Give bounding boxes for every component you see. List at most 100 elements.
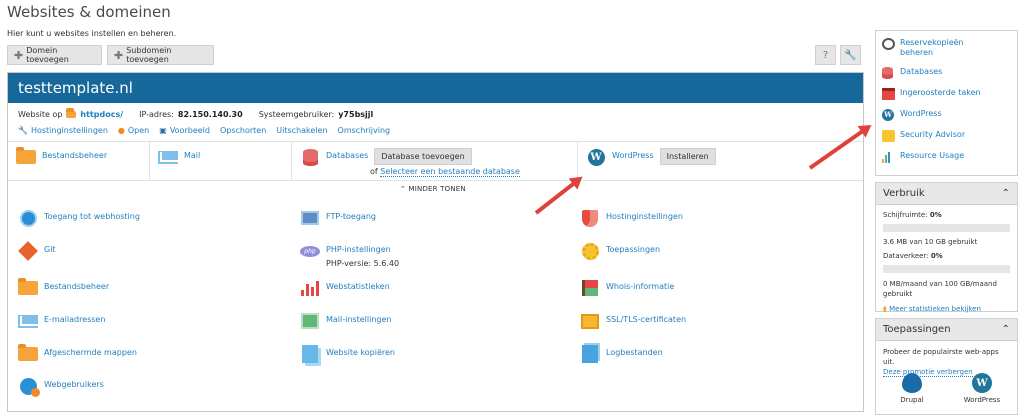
tile-file-manager[interactable]: Bestandsbeheer — [8, 142, 150, 180]
feature-copy-site[interactable]: Website kopiëren — [300, 345, 395, 363]
hosting-settings-link[interactable]: 🔧 Hostinginstellingen — [18, 126, 108, 135]
wordpress-link[interactable]: WordPress — [612, 151, 654, 160]
traffic-detail: 0 MB/maand van 100 GB/maand gebruikt — [883, 280, 997, 298]
disk-label: Schijfruimte: — [883, 211, 928, 219]
action-label: Opschorten — [219, 126, 267, 135]
feature-label: Logbestanden — [606, 348, 663, 357]
sidebar-item-label: Resource Usage — [900, 151, 965, 160]
applications-panel: Toepassingen ⌃ Probeer de populairste we… — [875, 318, 1018, 415]
sidebar-item-wordpress[interactable]: W WordPress — [882, 109, 1011, 121]
docroot-link[interactable]: httpdocs/ — [80, 110, 123, 119]
feature-label: Afgeschermde mappen — [44, 348, 137, 357]
select-database-row: of Selecteer een bestaande database — [370, 167, 520, 177]
action-label: Omschrijving — [337, 126, 391, 135]
sidebar-item-label: Security Advisor — [900, 130, 966, 139]
drupal-icon — [902, 373, 922, 393]
app-wordpress[interactable]: W WordPress — [957, 373, 1007, 404]
bar-chart-icon — [300, 279, 320, 297]
folder-icon — [66, 108, 77, 118]
feature-applications[interactable]: Toepassingen — [580, 242, 660, 260]
lock-icon — [882, 130, 895, 142]
domain-name[interactable]: testtemplate.nl — [8, 73, 863, 103]
sidebar-item-backups[interactable]: Reservekopieën beheren — [882, 38, 1011, 58]
feature-file-manager[interactable]: Bestandsbeheer — [18, 278, 109, 297]
feature-hosting-settings[interactable]: Hostinginstellingen — [580, 209, 683, 227]
chevron-up-icon[interactable]: ⌃ — [1002, 188, 1010, 199]
feature-label: Toepassingen — [606, 245, 661, 254]
sidebar-item-label: Databases — [900, 67, 943, 76]
databases-link[interactable]: Databases — [326, 151, 368, 160]
preview-icon: ▣ — [159, 126, 167, 135]
feature-webhosting-access[interactable]: Toegang tot webhosting — [18, 209, 140, 227]
feature-label: FTP-toegang — [326, 212, 376, 221]
show-less-label: MINDER TONEN — [408, 185, 466, 193]
web-users-icon — [18, 377, 40, 397]
feature-label: Website kopiëren — [326, 348, 396, 357]
tile-label: Mail — [184, 151, 201, 160]
mail-settings-icon — [300, 312, 320, 330]
action-label: Open — [127, 126, 150, 135]
add-subdomain-label: Subdomein toevoegen — [126, 46, 172, 64]
suspend-link[interactable]: Opschorten — [220, 126, 266, 135]
globe-icon — [18, 209, 38, 227]
feature-logs[interactable]: Logbestanden — [580, 345, 663, 363]
applications-header[interactable]: Toepassingen ⌃ — [876, 319, 1017, 341]
ip-label: IP-adres: — [139, 110, 174, 119]
preview-link[interactable]: ▣ Voorbeeld — [159, 126, 210, 135]
show-less-toggle[interactable]: ⌃ MINDER TONEN — [400, 185, 466, 193]
chart-icon: ▮ — [883, 305, 887, 313]
open-link[interactable]: ● Open — [118, 126, 149, 135]
description-link[interactable]: Omschrijving — [338, 126, 391, 135]
chart-icon — [882, 151, 895, 163]
page-subtitle: Hier kunt u websites instellen en behere… — [7, 29, 177, 38]
install-button[interactable]: Installeren — [659, 148, 716, 165]
add-subdomain-button[interactable]: ✚ Subdomein toevoegen — [107, 45, 214, 65]
feature-php-settings[interactable]: php PHP-instellingen PHP-versie: 5.6.40 — [300, 242, 399, 268]
help-button[interactable]: ? — [815, 45, 836, 65]
tile-mail[interactable]: Mail — [150, 142, 292, 180]
sidebar-item-databases[interactable]: Databases — [882, 67, 1011, 79]
more-stats-link[interactable]: ▮ Meer statistieken bekijken — [876, 305, 1017, 313]
wordpress-icon: W — [882, 109, 895, 121]
folder-icon — [16, 147, 36, 166]
website-label: Website op — [18, 110, 63, 119]
php-block: PHP-instellingen PHP-versie: 5.6.40 — [326, 245, 399, 268]
feature-mail-settings[interactable]: Mail-instellingen — [300, 312, 391, 330]
gear-icon — [580, 242, 600, 260]
feature-email[interactable]: E-mailadressen — [18, 312, 105, 330]
chevron-up-icon: ⌃ — [400, 185, 407, 193]
sysuser-value: y75bsjjl — [338, 110, 374, 119]
feature-ftp[interactable]: FTP-toegang — [300, 209, 376, 227]
feature-ssl[interactable]: SSL/TLS-certificaten — [580, 312, 686, 330]
feature-whois[interactable]: Whois-informatie — [580, 279, 674, 297]
chevron-up-icon[interactable]: ⌃ — [1002, 324, 1010, 335]
wordpress-icon: W — [586, 148, 606, 166]
quick-tiles: Bestandsbeheer Mail Databases Database t… — [8, 141, 863, 181]
tools-button[interactable]: 🔧 — [840, 45, 861, 65]
add-domain-button[interactable]: ✚ Domein toevoegen — [7, 45, 102, 65]
app-label: WordPress — [963, 396, 1001, 404]
sidebar-item-scheduled-tasks[interactable]: Ingeroosterde taken — [882, 88, 1011, 100]
disable-link[interactable]: Uitschakelen — [276, 126, 327, 135]
feature-label: Whois-informatie — [606, 282, 675, 291]
feature-label: Git — [44, 245, 56, 254]
sidebar-item-resource-usage[interactable]: Resource Usage — [882, 151, 1011, 163]
add-database-button[interactable]: Database toevoegen — [374, 148, 472, 165]
feature-protected-dirs[interactable]: Afgeschermde mappen — [18, 344, 137, 363]
sidebar-item-security-advisor[interactable]: Security Advisor — [882, 130, 1011, 142]
select-database-link[interactable]: Selecteer een bestaande database — [380, 167, 520, 177]
disk-usage-bar — [883, 224, 1010, 232]
feature-web-users[interactable]: Webgebruikers — [18, 377, 104, 397]
traffic-percent: 0% — [930, 252, 943, 260]
app-drupal[interactable]: Drupal — [887, 373, 937, 404]
flag-icon — [580, 279, 600, 297]
more-stats-label: Meer statistieken bekijken — [889, 305, 981, 313]
envelope-icon — [18, 312, 38, 330]
usage-header[interactable]: Verbruik ⌃ — [876, 183, 1017, 205]
php-icon: php — [300, 242, 320, 260]
feature-git[interactable]: Git — [18, 241, 56, 261]
feature-label: SSL/TLS-certificaten — [606, 315, 687, 324]
promo-text: Probeer de populairste web-apps uit. Dez… — [876, 341, 1017, 377]
domain-panel: testtemplate.nl Website op httpdocs/ IP-… — [7, 72, 864, 412]
feature-web-stats[interactable]: Webstatistieken — [300, 279, 390, 297]
